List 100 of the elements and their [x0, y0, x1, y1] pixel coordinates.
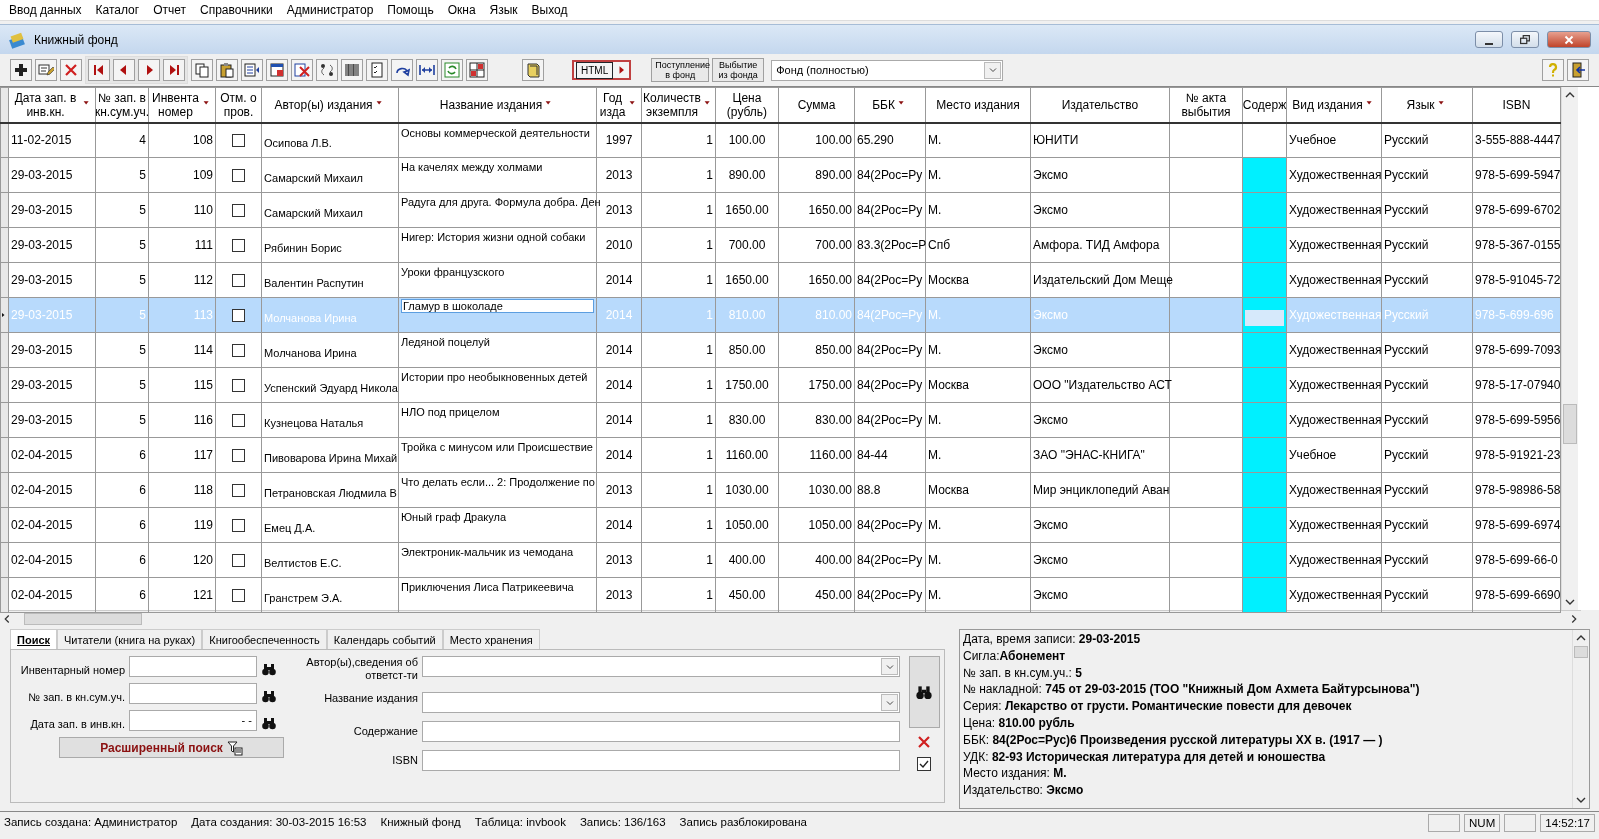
window-button[interactable]	[266, 59, 288, 81]
menu-item[interactable]: Администратор	[279, 0, 381, 20]
column-header[interactable]: Вид издания	[1286, 87, 1382, 123]
column-header[interactable]: Отм. о пров.	[215, 87, 262, 123]
restore-icon	[1518, 32, 1532, 47]
barcode-button[interactable]	[341, 59, 363, 81]
menu-item[interactable]: Справочники	[193, 0, 280, 20]
row-header[interactable]	[0, 122, 9, 158]
table-cell: Ледяной поцелуй	[398, 332, 597, 368]
checkbox[interactable]	[232, 413, 245, 427]
delete-button[interactable]	[60, 59, 82, 81]
tab[interactable]: Книгообеспеченность	[202, 629, 327, 649]
close-button[interactable]	[1547, 31, 1591, 48]
redo-button[interactable]	[391, 59, 413, 81]
tab[interactable]: Читатели (книга на руках)	[57, 629, 203, 649]
checkbox[interactable]	[232, 133, 245, 147]
tab[interactable]: Календарь событий	[326, 629, 443, 649]
checkbox[interactable]	[232, 343, 245, 357]
income-button[interactable]: Поступление в фонд	[651, 58, 710, 82]
column-header[interactable]: Издательство	[1030, 87, 1170, 123]
checklist-button[interactable]	[366, 59, 388, 81]
column-header[interactable]: Дата зап. в инв.кн.	[8, 87, 96, 123]
vertical-scrollbar[interactable]	[1572, 630, 1589, 808]
input-field[interactable]	[422, 721, 900, 742]
table-cell: Эксмо	[1030, 507, 1170, 543]
column-header[interactable]: Место издания	[925, 87, 1031, 123]
column-header[interactable]: Автор(ы) издания	[261, 87, 399, 123]
tab[interactable]: Место хранения	[442, 629, 540, 649]
minimize-button[interactable]	[1475, 31, 1503, 48]
menu-item[interactable]: Отчет	[146, 0, 194, 20]
paste-button[interactable]	[216, 59, 238, 81]
column-header[interactable]: Название издания	[398, 87, 597, 123]
table-cell: Кузнецова Наталья	[261, 402, 399, 438]
column-header[interactable]: № зап. в кн.сум.уч.	[95, 87, 149, 123]
checkbox[interactable]	[232, 168, 245, 182]
column-header[interactable]: Количеств экземпля	[641, 87, 716, 123]
menu-item[interactable]: Помощь	[380, 0, 441, 20]
fit-width-button[interactable]	[416, 59, 438, 81]
table-cell: 700.00	[715, 227, 779, 263]
column-header[interactable]: № акта выбытия	[1169, 87, 1243, 123]
html-button[interactable]: HTML	[572, 60, 632, 80]
exit-button[interactable]	[1567, 59, 1589, 81]
checkbox[interactable]	[232, 378, 245, 392]
first-record-button[interactable]	[88, 59, 110, 81]
edit-button[interactable]	[35, 59, 57, 81]
checkbox[interactable]	[232, 238, 245, 252]
column-header[interactable]: Язык	[1381, 87, 1473, 123]
table-cell: М.	[925, 437, 1031, 473]
checkbox[interactable]	[232, 518, 245, 532]
input-field[interactable]	[129, 683, 257, 704]
fund-select[interactable]: Фонд (полностью)	[771, 59, 1004, 81]
checkbox[interactable]	[232, 553, 245, 567]
checkbox[interactable]	[232, 203, 245, 217]
input-field[interactable]	[422, 750, 900, 771]
checkbox[interactable]	[232, 273, 245, 287]
column-header[interactable]: Сумма	[778, 87, 855, 123]
vertical-scrollbar[interactable]	[1561, 87, 1578, 610]
remove-button[interactable]	[291, 59, 313, 81]
checkbox[interactable]	[232, 588, 245, 602]
column-header[interactable]: ISBN	[1472, 87, 1561, 123]
checkbox[interactable]	[232, 308, 245, 322]
scroll-thumb[interactable]	[1563, 404, 1577, 444]
checkbox[interactable]	[232, 483, 245, 497]
tab[interactable]: Поиск	[10, 629, 57, 649]
menu-item[interactable]: Окна	[440, 0, 483, 20]
list-button[interactable]	[241, 59, 263, 81]
advanced-search-button[interactable]: Расширенный поиск	[59, 737, 284, 758]
column-header[interactable]: Содерж	[1242, 87, 1287, 123]
detail-line: Дата, время записи: 29-03-2015	[963, 631, 1142, 648]
text-input[interactable]: Гламур в шоколаде	[401, 299, 594, 313]
table-cell: 890.00	[715, 157, 779, 193]
menu-item[interactable]: Язык	[482, 0, 525, 20]
column-header[interactable]: Инвента номер	[148, 87, 216, 123]
menu-item[interactable]: Ввод данных	[2, 0, 89, 20]
table-cell: Учебное	[1286, 122, 1382, 158]
input-field[interactable]	[129, 656, 257, 677]
book-button[interactable]	[522, 59, 544, 81]
last-record-button[interactable]	[163, 59, 185, 81]
disposal-button[interactable]: Выбытие из фонда	[712, 58, 765, 82]
checkbox[interactable]	[232, 448, 245, 462]
menu-item[interactable]: Каталог	[88, 0, 147, 20]
input-field[interactable]: - -	[129, 710, 257, 731]
copy-button[interactable]	[191, 59, 213, 81]
scroll-thumb[interactable]	[1574, 646, 1588, 658]
restore-button[interactable]	[1511, 31, 1539, 48]
table-cell: Русский	[1381, 227, 1473, 263]
search-button[interactable]	[908, 656, 940, 728]
column-header[interactable]: Цена (рубль)	[715, 87, 779, 123]
add-button[interactable]	[10, 59, 32, 81]
refresh-button[interactable]	[441, 59, 463, 81]
field-label: Содержание	[352, 725, 418, 738]
column-header[interactable]: Год изда	[596, 87, 642, 123]
sort-button[interactable]	[316, 59, 338, 81]
checkbox[interactable]	[916, 756, 932, 772]
next-record-button[interactable]	[138, 59, 160, 81]
menu-item[interactable]: Выход	[524, 0, 575, 20]
previous-record-button[interactable]	[113, 59, 135, 81]
column-header[interactable]: ББК	[854, 87, 926, 123]
table-cell: Основы коммерческой деятельности	[398, 122, 597, 158]
grid-button[interactable]	[466, 59, 488, 81]
